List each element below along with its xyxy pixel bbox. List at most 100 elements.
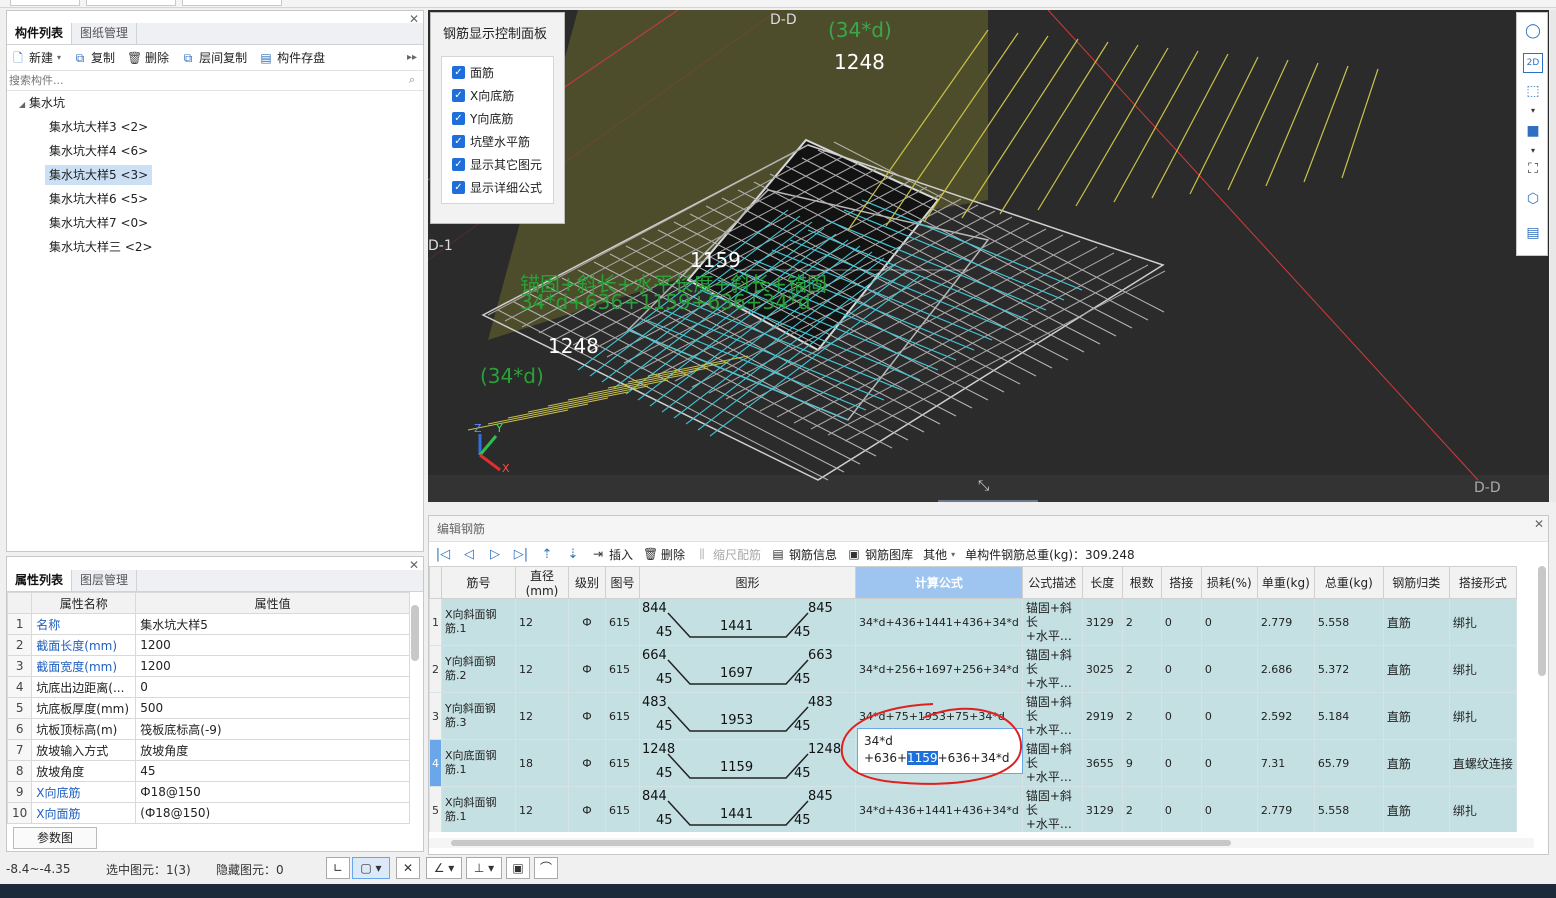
col-unit-weight[interactable]: 单重(kg) <box>1256 566 1315 599</box>
property-row[interactable]: 2 截面长度(mm) 1200 <box>6 634 410 656</box>
tab-drawing-management[interactable]: 图纸管理 <box>72 23 138 44</box>
total-weight-cell[interactable]: 65.79 <box>1313 739 1384 787</box>
bar-no-cell[interactable]: Y向斜面钢 筋.3 <box>441 692 516 740</box>
diameter-cell[interactable]: 12 <box>515 786 569 832</box>
row-number[interactable]: 4 <box>429 739 442 787</box>
category-cell[interactable]: 直筋 <box>1382 598 1450 646</box>
arc-button[interactable]: ⌒ <box>534 857 558 879</box>
checkbox-y-bottom-rebar[interactable]: ✓ Y向底筋 <box>442 107 553 130</box>
col-diameter[interactable]: 直径(mm) <box>515 566 569 599</box>
2d-view-icon[interactable]: 2D <box>1523 53 1543 73</box>
lap-cell[interactable]: 0 <box>1160 739 1202 787</box>
grade-cell[interactable]: Ф <box>568 598 606 646</box>
figure-no-cell[interactable]: 615 <box>605 786 640 832</box>
lap-cell[interactable]: 0 <box>1160 645 1202 693</box>
solid-view-icon[interactable]: ■ <box>1523 121 1543 141</box>
checkbox-wall-horizontal-rebar[interactable]: ✓ 坑壁水平筋 <box>442 130 553 153</box>
shape-cell[interactable]: 1248 1248 45 45 1159 <box>639 739 856 787</box>
property-value[interactable]: 1200 <box>135 634 410 656</box>
category-cell[interactable]: 直筋 <box>1382 786 1450 832</box>
rebar-library-button[interactable]: ▣ 钢筋图库 <box>847 546 913 563</box>
checkbox-show-other-elements[interactable]: ✓ 显示其它图元 <box>442 153 553 176</box>
property-row[interactable]: 3 截面宽度(mm) 1200 <box>6 655 410 677</box>
viewport-splitter[interactable] <box>938 500 1038 502</box>
total-weight-cell[interactable]: 5.558 <box>1313 598 1384 646</box>
delete-row-button[interactable]: 🗑 删除 <box>643 546 685 563</box>
col-category[interactable]: 钢筋归类 <box>1382 566 1450 599</box>
more-icon[interactable]: ▸▸ <box>407 52 417 63</box>
orbit-icon[interactable]: ◯ <box>1523 21 1543 41</box>
dropdown-arrow-icon[interactable]: ▾ <box>1523 141 1543 161</box>
property-row[interactable]: 10 X向面筋 (Ф18@150) <box>6 802 410 824</box>
tree-item-selected[interactable]: 集水坑大样5 <3> <box>45 165 153 185</box>
angle-snap-button[interactable]: ∠ ▾ <box>426 857 462 879</box>
loss-cell[interactable]: 0 <box>1200 598 1258 646</box>
lap-cell[interactable]: 0 <box>1160 786 1202 832</box>
grade-cell[interactable]: Ф <box>568 645 606 693</box>
diameter-cell[interactable]: 12 <box>515 645 569 693</box>
property-value[interactable]: 放坡角度 <box>135 739 410 761</box>
col-lap-type[interactable]: 搭接形式 <box>1448 566 1517 599</box>
col-loss[interactable]: 损耗(%) <box>1200 566 1258 599</box>
cross-select-button[interactable]: ✕ <box>396 857 420 879</box>
total-weight-cell[interactable]: 5.558 <box>1313 786 1384 832</box>
col-lap[interactable]: 搭接 <box>1160 566 1202 599</box>
lap-type-cell[interactable]: 直螺纹连接 <box>1448 739 1517 787</box>
delete-button[interactable]: 🗑 删除 <box>127 49 169 66</box>
insert-button[interactable]: ⇥ 插入 <box>591 546 633 563</box>
figure-no-cell[interactable]: 615 <box>605 645 640 693</box>
row-number[interactable]: 5 <box>429 786 442 832</box>
unit-weight-cell[interactable]: 2.686 <box>1256 645 1315 693</box>
new-button[interactable]: 🗋 新建 ▾ <box>11 49 61 66</box>
total-weight-cell[interactable]: 5.184 <box>1313 692 1384 740</box>
ortho-snap-button[interactable]: ∟ <box>326 857 350 879</box>
lap-type-cell[interactable]: 绑扎 <box>1448 598 1517 646</box>
display-settings-icon[interactable]: ⬡ <box>1523 189 1543 209</box>
loss-cell[interactable]: 0 <box>1200 692 1258 740</box>
checkbox-face-rebar[interactable]: ✓ 面筋 <box>442 61 553 84</box>
param-drawing-button[interactable]: 参数图 <box>13 827 97 849</box>
next-record-icon[interactable]: ▷ <box>487 547 503 562</box>
col-formula-desc[interactable]: 公式描述 <box>1021 566 1083 599</box>
shape-cell[interactable]: 664 663 45 45 1697 <box>639 645 856 693</box>
property-row[interactable]: 7 放坡输入方式 放坡角度 <box>6 739 410 761</box>
grid-horizontal-scrollbar[interactable] <box>429 838 1534 848</box>
total-weight-cell[interactable]: 5.372 <box>1313 645 1384 693</box>
count-cell[interactable]: 2 <box>1121 598 1162 646</box>
diameter-cell[interactable]: 12 <box>515 598 569 646</box>
property-value[interactable]: 1200 <box>135 655 410 677</box>
last-record-icon[interactable]: ▷| <box>513 547 529 562</box>
property-value[interactable]: 集水坑大样5 <box>135 613 410 635</box>
col-total-weight[interactable]: 总重(kg) <box>1313 566 1384 599</box>
formula-desc-cell[interactable]: 锚固+斜长 +水平… <box>1021 598 1083 646</box>
property-row[interactable]: 4 坑底出边距离(... 0 <box>6 676 410 698</box>
checkbox-show-detail-formula[interactable]: ✓ 显示详细公式 <box>442 176 553 199</box>
unit-weight-cell[interactable]: 7.31 <box>1256 739 1315 787</box>
tree-item[interactable]: 集水坑大样三 <2> <box>45 237 157 257</box>
restore-view-icon[interactable]: ⤡ <box>978 478 989 494</box>
layer-button[interactable]: ▣ <box>506 857 530 879</box>
unit-weight-cell[interactable]: 2.779 <box>1256 598 1315 646</box>
rebar-info-button[interactable]: ▤ 钢筋信息 <box>771 546 837 563</box>
category-cell[interactable]: 直筋 <box>1382 739 1450 787</box>
row-number[interactable]: 2 <box>429 645 442 693</box>
dropdown-arrow-icon[interactable]: ▾ <box>1523 101 1543 121</box>
col-count[interactable]: 根数 <box>1121 566 1162 599</box>
diameter-cell[interactable]: 18 <box>515 739 569 787</box>
search-input[interactable] <box>7 71 387 90</box>
checkbox-x-bottom-rebar[interactable]: ✓ X向底筋 <box>442 84 553 107</box>
move-down-icon[interactable]: ⇣ <box>565 547 581 562</box>
length-cell[interactable]: 3129 <box>1081 598 1123 646</box>
dropdown-arrow-icon[interactable]: ▾ <box>57 53 61 62</box>
lap-type-cell[interactable]: 绑扎 <box>1448 645 1517 693</box>
diameter-cell[interactable]: 12 <box>515 692 569 740</box>
close-icon[interactable]: ✕ <box>409 12 419 26</box>
property-row[interactable]: 9 X向底筋 Ф18@150 <box>6 781 410 803</box>
loss-cell[interactable]: 0 <box>1200 645 1258 693</box>
offset-snap-button[interactable]: ⊥ ▾ <box>466 857 502 879</box>
col-figure-no[interactable]: 图号 <box>605 566 640 599</box>
col-grade[interactable]: 级别 <box>568 566 606 599</box>
tree-root[interactable]: ◢ 集水坑 <box>15 93 69 113</box>
properties-icon[interactable]: ▤ <box>1523 223 1543 243</box>
lap-cell[interactable]: 0 <box>1160 598 1202 646</box>
